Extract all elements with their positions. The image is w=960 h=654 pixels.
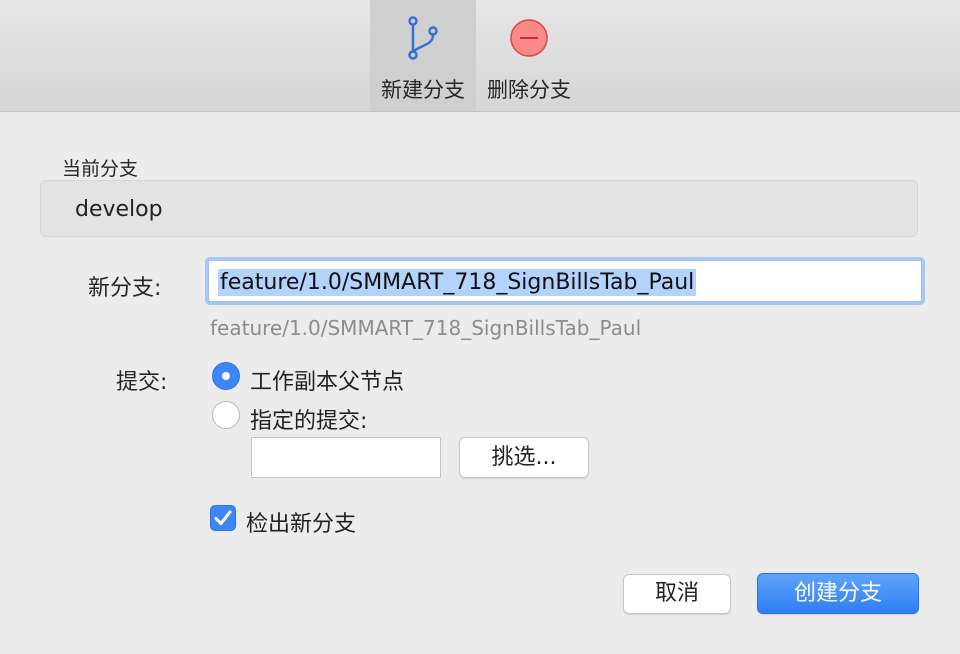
- create-branch-button[interactable]: 创建分支: [757, 573, 919, 614]
- checkout-checkbox[interactable]: [210, 505, 236, 531]
- new-branch-input[interactable]: feature/1.0/SMMART_718_SignBillsTab_Paul: [208, 260, 922, 302]
- new-branch-input-value: feature/1.0/SMMART_718_SignBillsTab_Paul: [218, 269, 697, 296]
- checkmark-icon: [214, 510, 232, 525]
- branch-name-preview: feature/1.0/SMMART_718_SignBillsTab_Paul: [210, 316, 642, 340]
- radio-working-copy-parent[interactable]: [212, 362, 240, 390]
- delete-branch-toolbar-button[interactable]: 删除分支: [476, 0, 582, 111]
- minus-circle-icon: [510, 19, 548, 57]
- new-branch-field-label: 新分支:: [88, 276, 162, 301]
- new-branch-toolbar-button[interactable]: 新建分支: [370, 0, 476, 111]
- current-branch-field: develop: [40, 180, 918, 237]
- new-branch-label: 新建分支: [381, 78, 465, 102]
- commit-input[interactable]: [251, 437, 441, 478]
- radio-specified-commit[interactable]: [212, 401, 240, 429]
- git-branch-icon: [408, 16, 438, 60]
- delete-branch-label: 删除分支: [487, 78, 571, 102]
- checkout-label: 检出新分支: [246, 512, 357, 537]
- radio-specified-commit-label: 指定的提交:: [250, 409, 368, 434]
- commit-label: 提交:: [116, 370, 168, 395]
- toolbar: 新建分支 删除分支: [0, 0, 960, 112]
- pick-commit-button[interactable]: 挑选...: [459, 437, 589, 478]
- current-branch-label: 当前分支: [62, 158, 139, 180]
- cancel-button[interactable]: 取消: [623, 574, 731, 614]
- current-branch-value: develop: [75, 197, 163, 222]
- radio-working-copy-parent-label: 工作副本父节点: [250, 370, 405, 395]
